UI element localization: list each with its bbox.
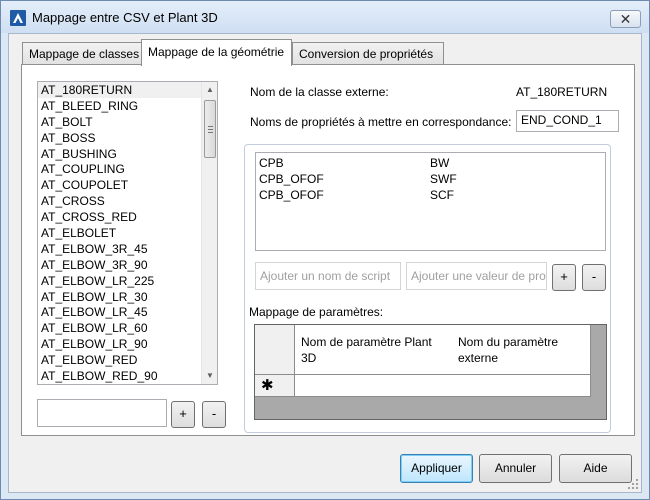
new-row-external-cell[interactable] (452, 375, 591, 397)
param-mapping-grid[interactable]: Nom de paramètre Plant 3D Nom du paramèt… (254, 324, 607, 420)
class-list-item[interactable]: AT_ELBOW_3R_90 (38, 257, 202, 273)
plus-icon: + (560, 269, 568, 284)
help-button[interactable]: Aide (559, 454, 632, 483)
dialog-window: Mappage entre CSV et Plant 3D ✕ Mappage … (0, 0, 650, 500)
remove-class-button[interactable]: - (202, 401, 226, 428)
class-list-item[interactable]: AT_ELBOW_LR_45 (38, 304, 202, 320)
class-list-item[interactable]: AT_BOLT (38, 114, 202, 130)
class-list-item[interactable]: AT_180RETURN (38, 82, 202, 98)
add-class-button[interactable]: + (171, 401, 195, 428)
class-list-item[interactable]: AT_ELBOW_RED (38, 352, 202, 368)
new-row-asterisk-icon: ✱ (261, 377, 274, 394)
autocad-plant3d-app-icon (10, 10, 26, 26)
class-list-item[interactable]: AT_CROSS (38, 193, 202, 209)
script-name-input[interactable]: Ajouter un nom de script (255, 262, 401, 290)
tab-label: Mappage de classes (29, 47, 140, 61)
class-list-item[interactable]: AT_ELBOW_LR_30 (38, 289, 202, 305)
add-value-button[interactable]: + (552, 264, 576, 291)
class-list-item[interactable]: AT_ELBOW_LR_60 (38, 320, 202, 336)
class-list-items: AT_180RETURN AT_BLEED_RING AT_BOLT AT_BOSS A… (38, 82, 202, 384)
class-list-item[interactable]: AT_ELBOW_3R_45 (38, 241, 202, 257)
property-value-input[interactable]: Ajouter une valeur de propriété (406, 262, 547, 290)
class-list-item[interactable]: AT_ELBOW_RED_90 (38, 368, 202, 384)
cancel-button[interactable]: Annuler (479, 454, 552, 483)
class-list-item[interactable]: AT_ELBOLET (38, 225, 202, 241)
property-value-cell: SCF (430, 188, 454, 202)
grid-corner-header (255, 325, 295, 375)
plus-icon: + (179, 406, 187, 421)
class-list-item[interactable]: AT_COUPOLET (38, 177, 202, 193)
apply-button[interactable]: Appliquer (400, 454, 473, 483)
class-list-item[interactable]: AT_BUSHING (38, 146, 202, 162)
props-to-map-input[interactable]: END_COND_1 (516, 110, 619, 132)
property-values-list[interactable]: CPB BW CPB_OFOF SWF CPB_OFOF SCF (255, 152, 606, 251)
grip-line (208, 132, 213, 133)
tab-geometry-mapping[interactable]: Mappage de la géométrie (141, 39, 292, 66)
class-list-item[interactable]: AT_CROSS_RED (38, 209, 202, 225)
param-mapping-label: Mappage de paramètres: (249, 305, 384, 319)
script-name-cell: CPB_OFOF (259, 188, 324, 202)
property-value-cell: BW (430, 156, 450, 170)
class-list-item[interactable]: AT_COUPLING (38, 161, 202, 177)
tab-property-conversion[interactable]: Conversion de propriétés (292, 42, 444, 65)
class-list-item[interactable]: AT_BOSS (38, 130, 202, 146)
class-list-item[interactable]: AT_ELBOW_LR_225 (38, 273, 202, 289)
tab-label: Conversion de propriétés (299, 47, 434, 61)
class-listbox[interactable]: AT_180RETURN AT_BLEED_RING AT_BOLT AT_BOSS A… (37, 81, 218, 385)
close-icon: ✕ (619, 11, 632, 27)
script-name-cell: CPB_OFOF (259, 172, 324, 186)
title-bar[interactable]: Mappage entre CSV et Plant 3D ✕ (1, 1, 649, 33)
class-list-scrollbar[interactable]: ▲ ▼ (201, 82, 217, 384)
minus-icon: - (211, 406, 217, 421)
close-button[interactable]: ✕ (610, 10, 641, 28)
scroll-down-arrow-icon[interactable]: ▼ (202, 368, 217, 384)
column-header-text: Nom du paramètre externe (458, 335, 559, 365)
script-name-cell: CPB (259, 156, 284, 170)
remove-value-button[interactable]: - (582, 264, 606, 291)
column-header-text: Nom de paramètre Plant 3D (301, 335, 432, 365)
tab-label: Mappage de la géométrie (148, 45, 285, 59)
resize-grip-icon[interactable] (627, 478, 639, 490)
scrollbar-thumb[interactable] (204, 100, 216, 158)
tab-class-mapping[interactable]: Mappage de classes (22, 42, 142, 65)
grip-line (208, 129, 213, 130)
props-to-map-label: Noms de propriétés à mettre en correspon… (250, 115, 512, 129)
grid-column-header-external[interactable]: Nom du paramètre externe (452, 325, 591, 375)
dialog-client-area: Mappage de classes Mappage de la géométr… (8, 33, 642, 493)
external-class-label: Nom de la classe externe: (250, 85, 389, 99)
new-row-header[interactable]: ✱ (255, 375, 295, 397)
class-list-item[interactable]: AT_ELBOW_LR_90 (38, 336, 202, 352)
window-title: Mappage entre CSV et Plant 3D (32, 10, 218, 25)
property-value-cell: SWF (430, 172, 457, 186)
minus-icon: - (591, 269, 597, 284)
new-row-plant3d-cell[interactable] (295, 375, 453, 397)
class-list-item[interactable]: AT_BLEED_RING (38, 98, 202, 114)
scroll-up-arrow-icon[interactable]: ▲ (202, 82, 217, 98)
external-class-value: AT_180RETURN (516, 85, 608, 99)
grip-line (208, 126, 213, 127)
grid-column-header-plant3d[interactable]: Nom de paramètre Plant 3D (295, 325, 453, 375)
new-class-input[interactable] (37, 399, 167, 427)
